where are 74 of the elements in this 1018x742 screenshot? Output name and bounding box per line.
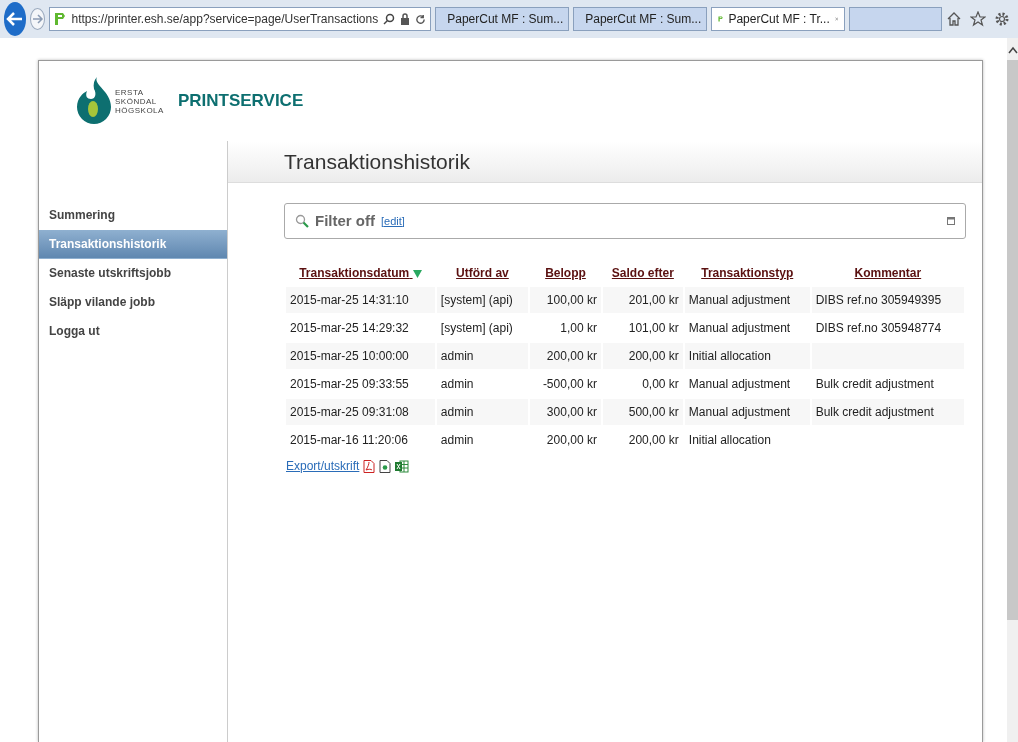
table-cell-text: admin: [439, 432, 475, 449]
table-cell: 500,00 kr: [602, 399, 683, 425]
table-cell: 201,00 kr: [602, 287, 683, 313]
table-cell-text: admin: [439, 376, 475, 393]
spreadsheet-icon[interactable]: [395, 459, 410, 473]
search-icon[interactable]: [383, 13, 396, 25]
table-cell-text: Manual adjustment: [687, 320, 792, 337]
scrollbar-thumb[interactable]: [1007, 60, 1018, 620]
table-cell: Initial allocation: [684, 343, 810, 369]
table-cell-text: 200,00 kr: [545, 432, 598, 449]
browser-tab[interactable]: PaperCut MF : Sum...: [573, 7, 708, 31]
table-cell: 2015-mar-25 09:31:08: [286, 399, 435, 425]
settings-icon[interactable]: [994, 11, 1010, 27]
sort-descending-icon: [412, 269, 422, 278]
table-cell: 200,00 kr: [602, 343, 683, 369]
column-header[interactable]: Saldo efter: [602, 261, 683, 285]
table-cell-text: 200,00 kr: [627, 432, 680, 449]
sidebar-item[interactable]: Summering: [39, 201, 227, 230]
export-link[interactable]: Export/utskrift: [286, 457, 360, 475]
page-title: Transaktionshistorik: [228, 141, 982, 183]
scroll-up-icon[interactable]: [1007, 46, 1018, 54]
address-bar[interactable]: https://printer.esh.se/app?service=page/UserTransactions: [49, 7, 432, 31]
column-header[interactable]: Kommentar: [811, 261, 964, 285]
table-cell: 300,00 kr: [530, 399, 601, 425]
table-cell-text: 101,00 kr: [627, 320, 680, 337]
column-header[interactable]: Transaktionsdatum: [286, 261, 435, 285]
table-cell: Manual adjustment: [684, 287, 810, 313]
table-cell-text: 1,00 kr: [559, 320, 598, 337]
table-cell-text: Bulk credit adjustment: [814, 376, 935, 393]
home-icon[interactable]: [946, 11, 962, 27]
table-cell-text: 0,00 kr: [641, 376, 680, 393]
filter-label: Filter off: [315, 210, 375, 231]
browser-tab[interactable]: PaperCut MF : Sum...: [435, 7, 570, 31]
table-cell: Bulk credit adjustment: [811, 399, 964, 425]
sidebar-item[interactable]: Logga ut: [39, 317, 227, 346]
table-cell: 2015-mar-25 14:31:10: [286, 287, 435, 313]
table-cell: admin: [436, 343, 529, 369]
table-cell: DIBS ref.no 305949395: [811, 287, 964, 313]
star-icon[interactable]: [970, 11, 986, 27]
table-cell: admin: [436, 399, 529, 425]
pdf-icon[interactable]: [363, 459, 376, 473]
column-header[interactable]: Transaktionstyp: [684, 261, 810, 285]
table-cell-text: [system] (api): [439, 320, 514, 337]
forward-arrow-icon: [31, 14, 44, 24]
column-header[interactable]: Belopp: [530, 261, 601, 285]
table-cell: Manual adjustment: [684, 399, 810, 425]
sidebar-item[interactable]: Släpp vilande jobb: [39, 288, 227, 317]
sidebar-item[interactable]: Senaste utskriftsjobb: [39, 259, 227, 288]
forward-button[interactable]: [30, 8, 46, 30]
column-header[interactable]: Utförd av: [436, 261, 529, 285]
logo-text: ERSTA SKÖNDAL HÖGSKOLA: [115, 87, 164, 115]
favicon-icon: [54, 12, 67, 26]
table-cell-text: Initial allocation: [687, 432, 772, 449]
edit-link[interactable]: [edit]: [381, 212, 405, 230]
site-title: PRINTSERVICE: [177, 90, 304, 113]
table-cell: 100,00 kr: [530, 287, 601, 313]
logo-icon: [75, 75, 111, 127]
back-button[interactable]: [4, 2, 27, 36]
refresh-icon[interactable]: [415, 13, 427, 25]
table-cell: 2015-mar-25 10:00:00: [286, 343, 435, 369]
lock-icon: [400, 13, 411, 25]
back-arrow-icon: [6, 11, 25, 27]
table-cell: 200,00 kr: [530, 343, 601, 369]
browser-tab[interactable]: PaperCut MF : Tr...: [711, 7, 846, 31]
maximize-icon[interactable]: [947, 217, 955, 225]
table-cell-text: 2015-mar-16 11:20:06: [289, 432, 409, 449]
table-cell-text: Manual adjustment: [687, 376, 792, 393]
document-icon[interactable]: [379, 459, 392, 473]
table-cell-text: 2015-mar-25 14:29:32: [289, 320, 410, 337]
search-icon: [295, 214, 309, 228]
table-cell-text: DIBS ref.no 305948774: [814, 320, 943, 337]
table-cell-text: 2015-mar-25 09:33:55: [289, 376, 410, 393]
table-cell-text: -500,00 kr: [541, 376, 598, 393]
table-cell: [system] (api): [436, 287, 529, 313]
